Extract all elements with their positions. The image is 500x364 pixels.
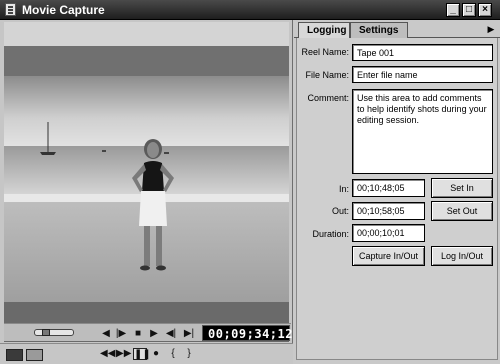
timecode-display: 00;09;34;12: [202, 325, 293, 341]
tab-logging[interactable]: Logging: [298, 22, 350, 39]
tab-bar: Logging Settings ▶: [294, 22, 500, 39]
panel-menu-icon[interactable]: ▶: [485, 23, 497, 35]
in-point-input[interactable]: 00;10;48;05: [352, 179, 425, 197]
minimize-button[interactable]: _: [446, 3, 460, 17]
out-point-input[interactable]: 00;10;58;05: [352, 202, 425, 220]
logging-panel: Logging Settings ▶ Reel Name: Tape 001 F…: [294, 20, 500, 364]
play-in-to-out-icon[interactable]: ◀|: [164, 328, 178, 339]
transport-controls: ◀ |▶ ■ ▶ ◀| ▶| 00;09;34;12: [4, 323, 293, 341]
jog-knob[interactable]: [42, 329, 50, 336]
duration-input[interactable]: 00;00;10;01: [352, 224, 425, 242]
step-back-icon[interactable]: ◀: [100, 328, 112, 339]
comment-textarea[interactable]: Use this area to add comments to help id…: [352, 89, 493, 174]
timecode-value: 00;09;34;12: [208, 327, 293, 341]
duration-label: Duration:: [312, 229, 349, 239]
audio-waveform-icon[interactable]: [26, 349, 43, 361]
set-out-button[interactable]: Set Out: [431, 201, 493, 221]
record-icon[interactable]: ●: [150, 348, 162, 360]
tab-settings[interactable]: Settings: [350, 22, 408, 38]
filmstrip-icon[interactable]: [6, 349, 23, 361]
logging-content: Reel Name: Tape 001 File Name: Enter fil…: [296, 38, 498, 360]
maximize-button[interactable]: □: [462, 3, 476, 17]
reel-name-label: Reel Name:: [301, 47, 349, 57]
close-button[interactable]: ×: [478, 3, 492, 17]
mark-in-icon[interactable]: {: [168, 348, 178, 360]
mark-out-icon[interactable]: }: [184, 348, 194, 360]
rewind-icon[interactable]: ◀◀: [100, 348, 115, 360]
window-title: Movie Capture: [22, 3, 105, 17]
pause-icon[interactable]: ❚❚: [133, 348, 151, 360]
in-label: In:: [338, 184, 349, 194]
file-name-input[interactable]: Enter file name: [352, 66, 493, 83]
app-icon: [5, 3, 16, 16]
video-preview: [4, 46, 289, 342]
controller-bottom-row: ◀◀ ▶▶ ❚❚ ● { }: [0, 343, 293, 364]
fast-forward-icon[interactable]: ▶▶: [116, 348, 131, 360]
comment-label: Comment:: [307, 93, 349, 103]
video-frame-image: [4, 46, 289, 323]
out-label: Out:: [331, 206, 349, 216]
video-top-strip: [4, 22, 289, 46]
log-in-out-button[interactable]: Log In/Out: [431, 246, 493, 266]
play-around-icon[interactable]: ▶|: [182, 328, 196, 339]
jog-slider[interactable]: [34, 329, 74, 336]
capture-in-out-button[interactable]: Capture In/Out: [352, 246, 425, 266]
play-icon[interactable]: ▶: [148, 328, 160, 339]
step-forward-icon[interactable]: |▶: [114, 328, 128, 339]
stop-icon[interactable]: ■: [132, 328, 144, 339]
title-bar: Movie Capture _ □ ×: [0, 0, 500, 20]
file-name-label: File Name:: [305, 70, 349, 80]
set-in-button[interactable]: Set In: [431, 178, 493, 198]
reel-name-input[interactable]: Tape 001: [352, 44, 493, 61]
video-panel: ◀ |▶ ■ ▶ ◀| ▶| 00;09;34;12 ◀◀ ▶▶ ❚❚ ● { …: [0, 20, 293, 364]
